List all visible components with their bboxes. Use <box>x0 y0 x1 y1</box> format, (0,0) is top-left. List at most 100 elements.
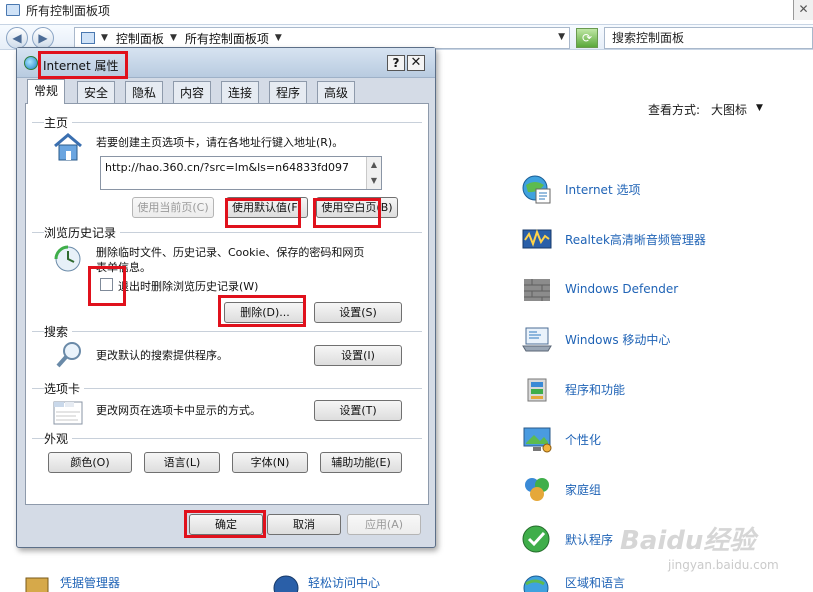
cp-item-label[interactable]: Internet 选项 <box>565 181 640 198</box>
cp-item-label[interactable]: Windows 移动中心 <box>565 331 670 348</box>
use-blank-button[interactable]: 使用空白页(B) <box>316 197 398 218</box>
credential-manager-icon <box>22 572 52 592</box>
close-button[interactable]: ✕ <box>407 55 425 71</box>
tab-security[interactable]: 安全 <box>77 81 116 103</box>
internet-globe-icon <box>24 56 38 70</box>
delete-on-exit-checkbox[interactable] <box>100 278 113 291</box>
apply-button[interactable]: 应用(A) <box>347 514 421 535</box>
cp-item-label[interactable]: 凭据管理器 <box>60 574 120 591</box>
watermark: Baidu经验 jingyan.baidu.com <box>604 520 794 580</box>
magnifier-icon <box>54 340 84 373</box>
cp-item-label[interactable]: 家庭组 <box>565 481 601 498</box>
breadcrumb[interactable]: ▼ 控制面板 ▼ 所有控制面板项 ▼ ▼ <box>74 27 570 49</box>
chevron-down-icon[interactable]: ▼ <box>275 33 282 43</box>
cp-item-realtek-audio[interactable]: Realtek高清晰音频管理器 <box>520 222 810 256</box>
breadcrumb-item-all-items[interactable]: 所有控制面板项 <box>185 30 269 47</box>
history-clock-icon <box>52 244 84 277</box>
tab-privacy[interactable]: 隐私 <box>125 81 164 103</box>
search-description: 更改默认的搜索提供程序。 <box>96 349 228 362</box>
tabs-window-icon <box>52 398 84 431</box>
cp-item-personalization[interactable]: 个性化 <box>520 422 810 456</box>
cp-item-label[interactable]: Windows Defender <box>565 282 678 296</box>
delete-history-button[interactable]: 删除(D)... <box>224 302 306 323</box>
default-programs-icon <box>520 523 554 555</box>
tabs-description: 更改网页在选项卡中显示的方式。 <box>96 404 261 417</box>
cp-item-homegroup[interactable]: 家庭组 <box>520 472 810 506</box>
cp-item-internet-options[interactable]: Internet 选项 <box>520 172 810 206</box>
history-description-line2: 表单信息。 <box>96 261 151 274</box>
window-titlebar: 所有控制面板项 ✕ <box>0 0 813 20</box>
tab-content[interactable]: 内容 <box>173 81 212 103</box>
window-close-button[interactable]: ✕ <box>793 0 813 20</box>
search-input[interactable]: 搜索控制面板 <box>604 27 813 49</box>
help-button[interactable]: ? <box>387 55 405 71</box>
tab-general[interactable]: 常规 <box>27 79 66 104</box>
use-current-button[interactable]: 使用当前页(C) <box>132 197 214 218</box>
cp-item-ease-of-access[interactable]: 轻松访问中心 <box>270 572 380 592</box>
programs-features-icon <box>520 373 554 405</box>
tab-advanced[interactable]: 高级 <box>317 81 356 103</box>
tabs-section-label: 选项卡 <box>44 380 85 397</box>
home-page-url[interactable]: http://hao.360.cn/?src=lm&ls=n64833fd097 <box>105 161 349 174</box>
search-settings-button[interactable]: 设置(I) <box>314 345 402 366</box>
back-button[interactable]: ◀ <box>6 27 28 49</box>
address-dropdown-icon[interactable]: ▼ <box>558 32 565 42</box>
divider <box>32 331 422 332</box>
accessibility-button[interactable]: 辅助功能(E) <box>320 452 402 473</box>
region-language-icon <box>520 572 554 592</box>
internet-options-icon <box>520 173 554 205</box>
appearance-section-label: 外观 <box>44 430 73 447</box>
history-description-line1: 删除临时文件、历史记录、Cookie、保存的密码和网页 <box>96 246 365 259</box>
window-title: 所有控制面板项 <box>26 3 111 18</box>
dialog-title: Internet 属性 <box>43 59 119 73</box>
control-panel-icon <box>6 4 20 16</box>
watermark-url: jingyan.baidu.com <box>668 558 779 572</box>
home-icon <box>52 132 84 165</box>
ok-button[interactable]: 确定 <box>189 514 263 535</box>
fonts-button[interactable]: 字体(N) <box>232 452 308 473</box>
dialog-titlebar[interactable]: Internet 属性 ? ✕ <box>17 48 435 78</box>
colors-button[interactable]: 颜色(O) <box>48 452 132 473</box>
windows-defender-icon <box>520 273 554 305</box>
divider <box>32 122 422 123</box>
view-mode-label: 查看方式: <box>648 103 701 117</box>
cp-item-label[interactable]: Realtek高清晰音频管理器 <box>565 231 706 248</box>
scroll-down-icon[interactable]: ▼ <box>367 173 381 189</box>
cancel-button[interactable]: 取消 <box>267 514 341 535</box>
cp-item-mobility-center[interactable]: Windows 移动中心 <box>520 322 810 356</box>
divider <box>32 438 422 439</box>
history-settings-button[interactable]: 设置(S) <box>314 302 402 323</box>
cp-item-credential-manager[interactable]: 凭据管理器 <box>22 572 120 592</box>
control-panel-icon <box>81 32 95 44</box>
personalization-icon <box>520 423 554 455</box>
tabs-settings-button[interactable]: 设置(T) <box>314 400 402 421</box>
general-tab-panel: 主页 若要创建主页选项卡，请在各地址行键入地址(R)。 http://hao.3… <box>25 103 429 505</box>
view-mode-dropdown[interactable]: 大图标 <box>711 101 747 118</box>
chevron-down-icon[interactable]: ▼ <box>756 103 763 113</box>
mobility-center-icon <box>520 323 554 355</box>
history-section-label: 浏览历史记录 <box>44 224 121 241</box>
divider <box>32 388 422 389</box>
realtek-audio-icon <box>520 223 554 255</box>
home-section-label: 主页 <box>44 114 73 131</box>
internet-properties-dialog: Internet 属性 ? ✕ 常规 安全 隐私 内容 连接 程序 高级 主页 … <box>16 47 436 548</box>
scroll-up-icon[interactable]: ▲ <box>367 157 381 173</box>
chevron-down-icon[interactable]: ▼ <box>101 33 108 43</box>
cp-item-programs-features[interactable]: 程序和功能 <box>520 372 810 406</box>
cp-item-label[interactable]: 程序和功能 <box>565 381 625 398</box>
home-page-url-field[interactable]: http://hao.360.cn/?src=lm&ls=n64833fd097… <box>100 156 382 190</box>
forward-button[interactable]: ▶ <box>32 27 54 49</box>
chevron-down-icon[interactable]: ▼ <box>170 33 177 43</box>
tab-programs[interactable]: 程序 <box>269 81 308 103</box>
languages-button[interactable]: 语言(L) <box>144 452 220 473</box>
url-scrollbar[interactable]: ▲ ▼ <box>366 157 381 189</box>
tab-connections[interactable]: 连接 <box>221 81 260 103</box>
homegroup-icon <box>520 473 554 505</box>
cp-item-label[interactable]: 个性化 <box>565 431 601 448</box>
refresh-button[interactable]: ⟳ <box>576 28 598 48</box>
breadcrumb-item-control-panel[interactable]: 控制面板 <box>116 30 164 47</box>
use-default-button[interactable]: 使用默认值(F) <box>226 197 308 218</box>
cp-item-windows-defender[interactable]: Windows Defender <box>520 272 810 306</box>
cp-item-label[interactable]: 轻松访问中心 <box>308 574 380 591</box>
delete-on-exit-label[interactable]: 退出时删除浏览历史记录(W) <box>118 278 258 294</box>
